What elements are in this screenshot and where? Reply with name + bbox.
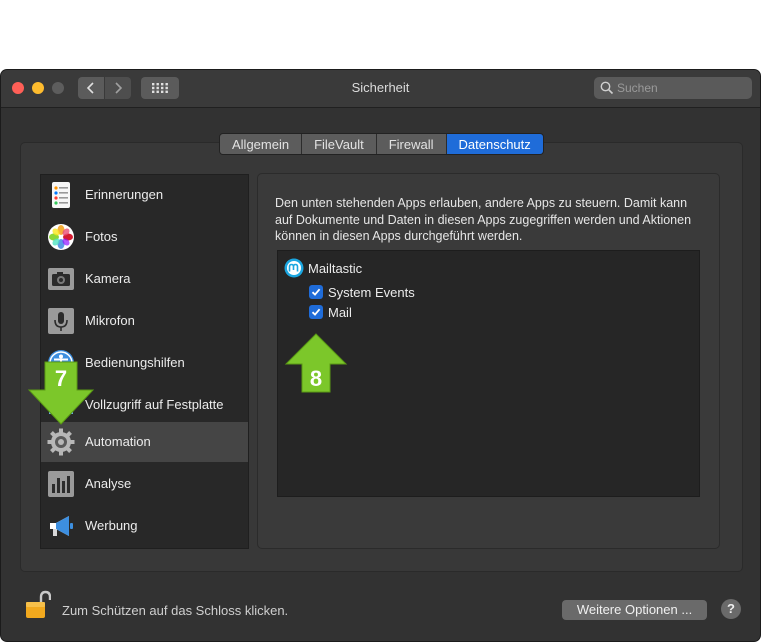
annotation-number-7: 7 <box>54 366 68 391</box>
sidebar-item-analyse[interactable]: Analyse <box>41 464 248 504</box>
target-label: Mail <box>328 304 352 320</box>
tab-bar: Allgemein FileVault Firewall Datenschutz <box>219 133 544 155</box>
tab-datenschutz[interactable]: Datenschutz <box>446 134 543 154</box>
app-row-mailtastic[interactable]: Mailtastic <box>284 258 363 278</box>
sidebar-item-fotos[interactable]: Fotos <box>41 217 248 257</box>
mail-checkbox[interactable] <box>309 305 323 319</box>
gear-icon <box>47 428 75 456</box>
sidebar-item-label: Kamera <box>85 271 131 286</box>
sidebar-item-label: Werbung <box>85 518 138 533</box>
title-bar: Sicherheit Suchen <box>1 70 760 108</box>
automation-description: Den unten stehenden Apps erlauben, ander… <box>275 196 692 243</box>
microphone-icon <box>48 308 74 334</box>
mailtastic-app-icon <box>284 258 304 278</box>
system-events-checkbox[interactable] <box>309 285 323 299</box>
more-options-button[interactable]: Weitere Optionen ... <box>562 600 707 620</box>
sidebar-item-label: Vollzugriff auf Festplatte <box>85 397 224 412</box>
reminders-icon <box>52 182 70 208</box>
tab-filevault[interactable]: FileVault <box>302 134 377 154</box>
sidebar-item-label: Fotos <box>85 229 118 244</box>
sidebar-item-label: Mikrofon <box>85 313 135 328</box>
target-row-mail: Mail <box>309 304 352 320</box>
checkmark-icon <box>311 288 321 296</box>
app-name: Mailtastic <box>308 260 363 276</box>
sidebar-item-kamera[interactable]: Kamera <box>41 259 248 299</box>
analytics-icon <box>48 471 74 497</box>
sidebar-item-mikrofon[interactable]: Mikrofon <box>41 301 248 341</box>
target-row-system-events: System Events <box>309 284 415 300</box>
help-button[interactable]: ? <box>721 599 741 619</box>
lock-icon[interactable] <box>25 590 51 622</box>
search-input[interactable]: Suchen <box>594 77 752 99</box>
lock-hint-text: Zum Schützen auf das Schloss klicken. <box>62 603 289 618</box>
preferences-window: Sicherheit Suchen Allgemein FileVault Fi… <box>1 70 760 641</box>
sidebar-item-label: Automation <box>85 434 151 449</box>
checkmark-icon <box>311 308 321 316</box>
sidebar-item-werbung[interactable]: Werbung <box>41 506 248 546</box>
tab-firewall[interactable]: Firewall <box>376 134 447 154</box>
sidebar-item-label: Bedienungshilfen <box>85 355 185 370</box>
search-placeholder: Suchen <box>617 81 658 95</box>
annotation-number-8: 8 <box>309 366 323 391</box>
sidebar-item-erinnerungen[interactable]: Erinnerungen <box>41 175 248 215</box>
sidebar-item-label: Erinnerungen <box>85 187 164 202</box>
tab-allgemein[interactable]: Allgemein <box>220 134 303 154</box>
sidebar-item-label: Analyse <box>85 476 132 491</box>
camera-icon <box>48 268 74 290</box>
photos-icon <box>48 224 74 250</box>
sidebar-item-automation[interactable]: Automation <box>41 422 248 462</box>
target-label: System Events <box>328 284 415 300</box>
search-icon <box>600 81 614 95</box>
megaphone-icon <box>50 516 73 536</box>
